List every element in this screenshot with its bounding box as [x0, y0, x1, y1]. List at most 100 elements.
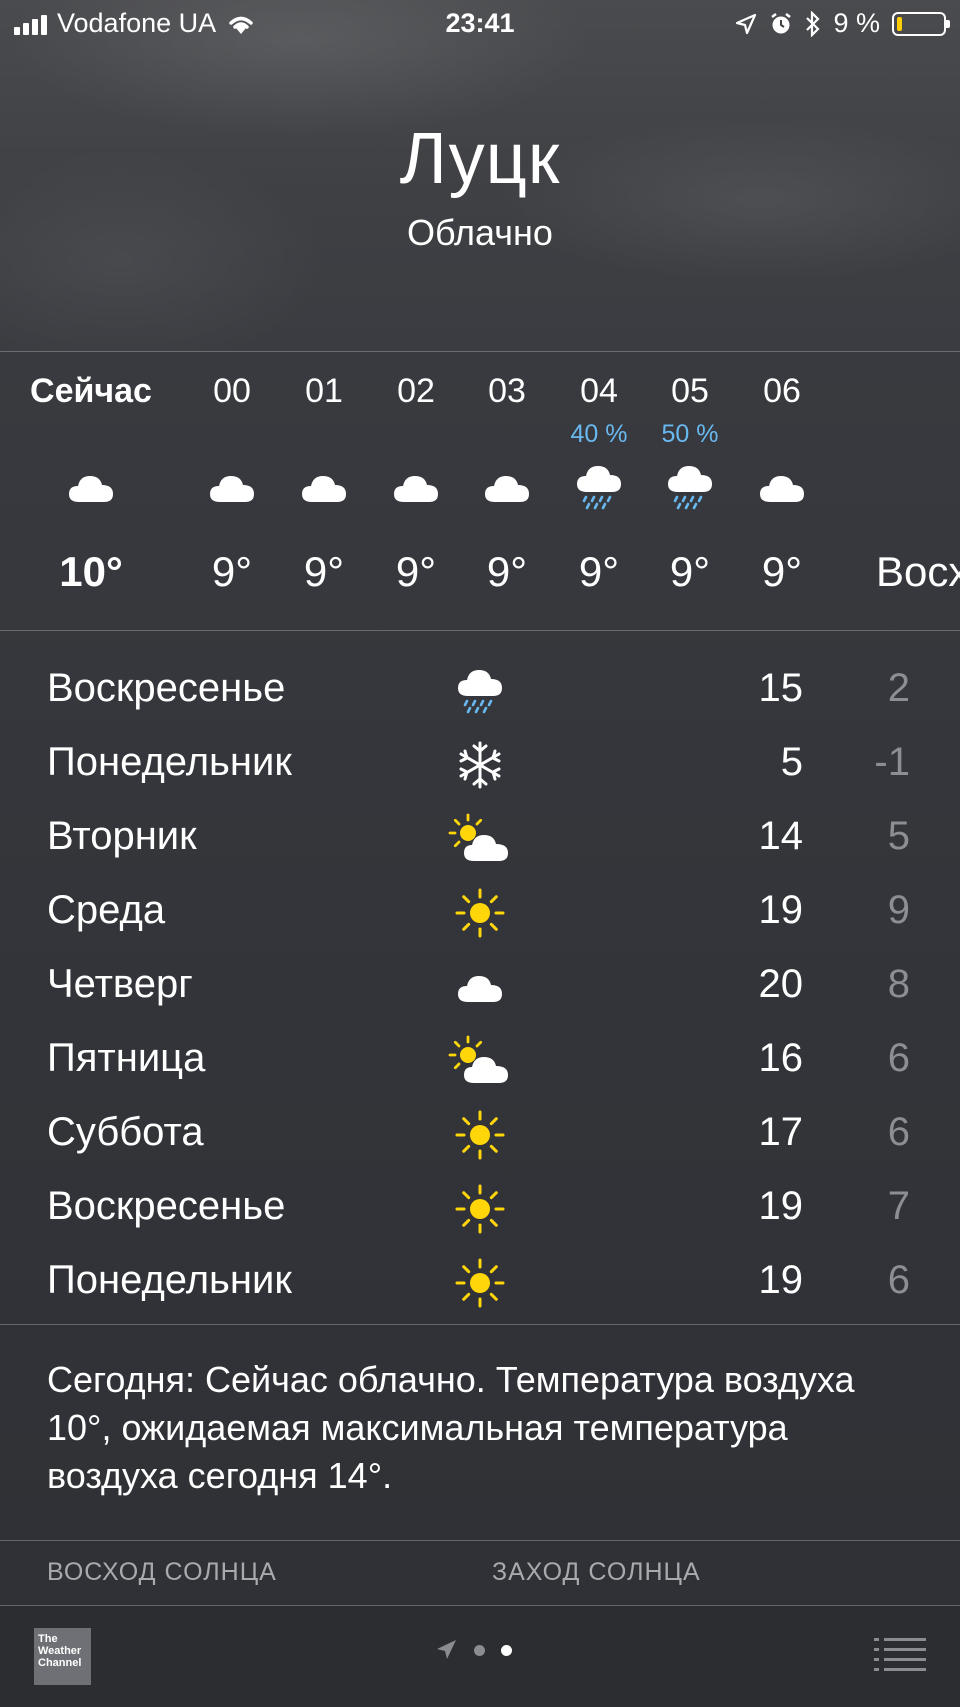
hourly-item: Восх: [876, 372, 960, 596]
precip-chance: [16, 416, 166, 452]
location-arrow-icon: [437, 1640, 456, 1659]
day-name: Вторник: [47, 814, 197, 858]
high-temperature: 16: [758, 1036, 804, 1080]
low-temperature: 2: [887, 666, 910, 710]
daily-row: Четверг 20 8: [0, 950, 960, 1024]
hourly-item: 03 9°: [461, 372, 553, 596]
today-summary: Сегодня: Сейчас облачно. Температура воз…: [47, 1359, 855, 1496]
hourly-item: 05 50 % 9°: [644, 372, 736, 596]
rain-cloud-icon: [448, 662, 512, 720]
hour-icon-slot: [876, 460, 960, 514]
cloud-icon: [736, 460, 828, 514]
low-temperature: 6: [887, 1258, 910, 1302]
page-dot-active[interactable]: [501, 1644, 512, 1656]
hour-temperature: 9°: [395, 548, 437, 595]
low-temperature: 9: [887, 888, 910, 932]
precip-chance: [186, 416, 278, 452]
page-dot[interactable]: [474, 1644, 485, 1656]
precip-chance: [461, 416, 553, 452]
alarm-icon: [771, 12, 792, 33]
precip-chance: [278, 416, 370, 452]
location-arrow-icon: [736, 13, 757, 34]
partly-sunny-icon: [448, 1032, 512, 1090]
precip-chance: 50 %: [661, 420, 719, 448]
partly-sunny-icon: [448, 810, 512, 868]
low-temperature: 6: [887, 1036, 910, 1080]
high-temperature: 17: [758, 1110, 804, 1154]
high-temperature: 14: [758, 814, 804, 858]
divider: [0, 1324, 960, 1325]
high-temperature: 19: [758, 1184, 804, 1228]
rain-cloud-icon: [553, 460, 645, 514]
cloud-icon: [370, 460, 462, 514]
hour-time: 03: [488, 372, 526, 410]
low-temperature: 5: [887, 814, 910, 858]
weather-channel-logo[interactable]: The Weather Channel: [34, 1628, 91, 1685]
cloud-icon: [278, 460, 370, 514]
hour-time: 06: [763, 372, 801, 410]
daily-row: Воскресенье 19 7: [0, 1172, 960, 1246]
day-name: Среда: [47, 888, 166, 932]
precip-chance: [370, 416, 462, 452]
low-temperature: 7: [887, 1184, 910, 1228]
hourly-item: 01 9°: [278, 372, 370, 596]
day-name: Пятница: [47, 1036, 206, 1080]
hour-temperature: 9°: [211, 548, 253, 595]
daily-row: Понедельник 19 6: [0, 1246, 960, 1320]
precip-chance: [876, 416, 960, 452]
bluetooth-icon: [806, 10, 821, 37]
hour-temperature: 9°: [486, 548, 528, 595]
high-temperature: 19: [758, 1258, 804, 1302]
daily-row: Вторник 14 5: [0, 802, 960, 876]
hour-time: Сейчас: [30, 372, 152, 410]
daily-row: Суббота 17 6: [0, 1098, 960, 1172]
day-name: Воскресенье: [47, 666, 286, 710]
high-temperature: 15: [758, 666, 804, 710]
low-temperature: -1: [874, 740, 910, 784]
cloud-icon: [186, 460, 278, 514]
day-name: Понедельник: [47, 1258, 292, 1302]
cloud-icon: [16, 460, 166, 514]
daily-row: Воскресенье 15 2: [0, 654, 960, 728]
battery-percent: 9 %: [833, 8, 880, 38]
current-condition: Облачно: [407, 212, 553, 253]
high-temperature: 19: [758, 888, 804, 932]
battery-icon: [892, 11, 950, 36]
hour-time: 01: [305, 372, 343, 410]
high-temperature: 20: [758, 962, 804, 1006]
precip-chance: [736, 416, 828, 452]
hour-time: 00: [213, 372, 251, 410]
hour-time: 04: [580, 372, 618, 410]
hourly-item: 04 40 % 9°: [553, 372, 645, 596]
divider: [0, 1540, 960, 1541]
daily-row: Понедельник 5 -1: [0, 728, 960, 802]
cloud-icon: [461, 460, 553, 514]
hourly-item: 02 9°: [370, 372, 462, 596]
hour-temperature: 9°: [578, 548, 620, 595]
hourly-item: 00 9°: [186, 372, 278, 596]
hourly-item: Сейчас 10°: [16, 372, 166, 596]
cloud-icon: [448, 958, 512, 1016]
city-list-icon[interactable]: [874, 1636, 926, 1672]
sunrise-label: ВОСХОД СОЛНЦА: [47, 1558, 277, 1586]
hourly-item: 06 9°: [736, 372, 828, 596]
sun-icon: [448, 1180, 512, 1238]
snowflake-icon: [448, 736, 512, 794]
low-temperature: 6: [887, 1110, 910, 1154]
day-name: Суббота: [47, 1110, 204, 1154]
status-bar: Vodafone UA 23:41 9 %: [0, 0, 960, 48]
day-name: Понедельник: [47, 740, 292, 784]
daily-row: Среда 19 9: [0, 876, 960, 950]
page-indicator[interactable]: [434, 1638, 512, 1662]
rain-cloud-icon: [644, 460, 736, 514]
low-temperature: 8: [887, 962, 910, 1006]
city-name: Луцк: [399, 119, 561, 199]
sun-icon: [448, 1254, 512, 1312]
hour-temperature: 9°: [761, 548, 803, 595]
high-temperature: 5: [780, 740, 803, 784]
hour-temperature: 9°: [303, 548, 345, 595]
precip-chance: 40 %: [570, 420, 628, 448]
hour-time: 05: [671, 372, 709, 410]
hour-temperature: 10°: [59, 548, 123, 595]
hour-temperature: Восх: [876, 548, 960, 595]
